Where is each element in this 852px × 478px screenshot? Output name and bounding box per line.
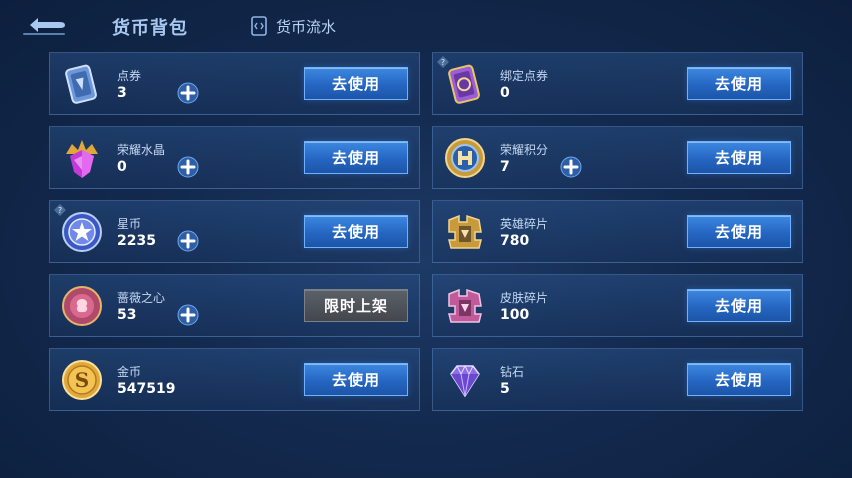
currency-amount: 5 <box>500 381 510 397</box>
page-title: 货币背包 <box>112 18 188 39</box>
currency-name: 蔷薇之心 <box>117 291 166 305</box>
use-button[interactable]: 去使用 <box>304 215 408 248</box>
use-button[interactable]: 去使用 <box>687 215 791 248</box>
currency-amount: 100 <box>500 307 530 323</box>
currency-name: 荣耀积分 <box>500 143 549 157</box>
ledger-icon <box>251 16 267 36</box>
currency-amount: 0 <box>500 85 510 101</box>
currency-card-diamond: 钻石 5 去使用 <box>432 348 803 411</box>
currency-amount: 7 <box>500 159 510 175</box>
gold-coin-icon: S <box>62 360 102 400</box>
ticket-card-icon <box>65 64 97 104</box>
diamond-icon <box>450 364 480 398</box>
use-button[interactable]: 去使用 <box>687 141 791 174</box>
limited-time-button[interactable]: 限时上架 <box>304 289 408 322</box>
currency-name: 钻石 <box>500 365 525 379</box>
glory-crystal-icon <box>66 140 98 178</box>
svg-text:S: S <box>75 368 89 392</box>
currency-grid: 点券 3 去使用 ? 绑定点券 0 去使用 荣耀水晶 0 去使用 荣耀积分 7 … <box>49 52 803 411</box>
currency-name: 金币 <box>117 365 142 379</box>
plus-icon[interactable] <box>177 156 199 178</box>
currency-amount: 53 <box>117 307 137 323</box>
use-button[interactable]: 去使用 <box>687 289 791 322</box>
currency-amount: 780 <box>500 233 530 249</box>
plus-icon[interactable] <box>177 82 199 104</box>
use-button[interactable]: 去使用 <box>304 67 408 100</box>
currency-amount: 2235 <box>117 233 156 249</box>
currency-amount: 3 <box>117 85 127 101</box>
use-button[interactable]: 去使用 <box>304 141 408 174</box>
back-arrow-icon[interactable] <box>20 12 68 38</box>
use-button[interactable]: 去使用 <box>687 363 791 396</box>
rose-heart-icon <box>62 286 102 326</box>
plus-icon[interactable] <box>177 230 199 252</box>
currency-name: 星币 <box>117 217 142 231</box>
currency-name: 荣耀水晶 <box>117 143 166 157</box>
currency-amount: 0 <box>117 159 127 175</box>
use-button[interactable]: 去使用 <box>687 67 791 100</box>
currency-flow-link[interactable]: 货币流水 <box>250 14 336 38</box>
currency-card-rose-heart: 蔷薇之心 53 限时上架 <box>49 274 420 337</box>
skin-fragment-icon <box>448 288 482 323</box>
currency-card-star-coin: ? 星币 2235 去使用 <box>49 200 420 263</box>
hero-fragment-icon <box>448 214 482 249</box>
plus-icon[interactable] <box>560 156 582 178</box>
use-button[interactable]: 去使用 <box>304 363 408 396</box>
currency-flow-label: 货币流水 <box>276 17 337 36</box>
header-bar: 货币背包 货币流水 <box>0 0 852 52</box>
currency-name: 皮肤碎片 <box>500 291 549 305</box>
glory-points-icon <box>445 138 485 178</box>
currency-amount: 547519 <box>117 381 176 397</box>
currency-name: 点券 <box>117 69 142 83</box>
currency-card-glory-crystal: 荣耀水晶 0 去使用 <box>49 126 420 189</box>
currency-name: 英雄碎片 <box>500 217 549 231</box>
currency-card-bound-coupon: ? 绑定点券 0 去使用 <box>432 52 803 115</box>
bound-ticket-card-icon <box>448 64 480 104</box>
star-coin-icon <box>62 212 102 252</box>
currency-card-skin-fragment: 皮肤碎片 100 去使用 <box>432 274 803 337</box>
currency-name: 绑定点券 <box>500 69 549 83</box>
currency-card-hero-fragment: 英雄碎片 780 去使用 <box>432 200 803 263</box>
currency-card-glory-points: 荣耀积分 7 去使用 <box>432 126 803 189</box>
currency-card-gold-coin: S 金币 547519 去使用 <box>49 348 420 411</box>
plus-icon[interactable] <box>177 304 199 326</box>
currency-card-coupon: 点券 3 去使用 <box>49 52 420 115</box>
